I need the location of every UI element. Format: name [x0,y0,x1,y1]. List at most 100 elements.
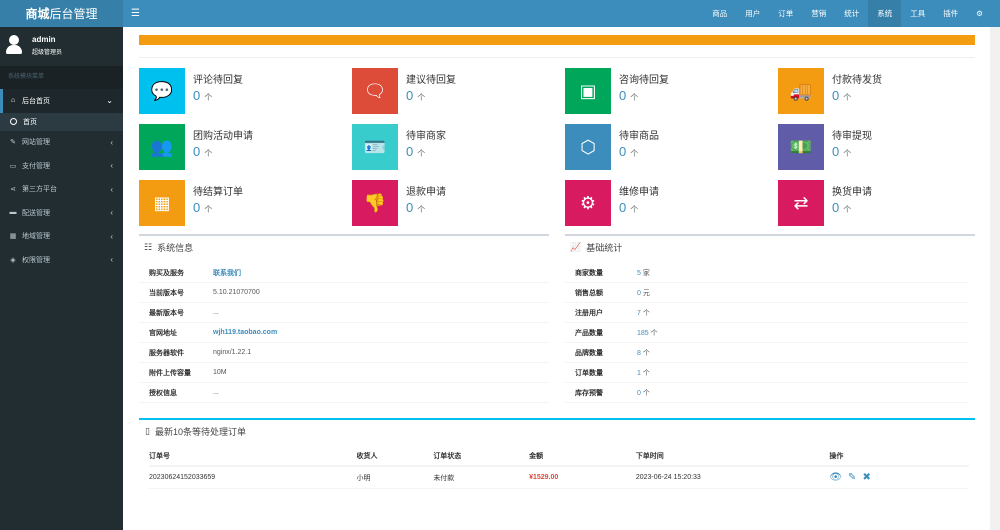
info-box-label: 维修申请 [619,187,659,198]
nav-link-2[interactable]: 订单 [769,0,802,27]
stats-unit: 个 [642,369,650,377]
file-icon: ▯ [145,426,150,436]
nav-link-6[interactable]: 工具 [901,0,934,27]
sidebar-item-label: 网站管理 [22,139,50,147]
info-box-count: 0个 [406,144,426,159]
stats-unit: 个 [642,349,650,357]
sidebar-item-permission[interactable]: ◈ 权限管理 ‹ [0,248,123,272]
nav-link-0[interactable]: 商品 [703,0,736,27]
sidebar-item-website[interactable]: ✎ 网站管理 ‹ [0,131,123,155]
eye-icon[interactable]: 👁 [829,472,842,483]
nav-link-5[interactable]: 系统 [868,0,902,27]
info-box[interactable]: ⚙ 维修申请 0 个 [565,180,761,226]
divider [139,418,975,420]
info-box[interactable]: 👎 退款申请 0 个 [352,180,548,226]
menu-toggle-icon[interactable]: ☰ [131,8,140,19]
main-content: 💬 评论待回复 0 个 🗨 建议待回复 0 个 ▣ 咨询待回复 0 个 🚚 付款待发货 0 个 👥 团购活动申请 0… [123,27,990,530]
nav-link-7[interactable]: 插件 [934,0,967,27]
sidebar-item-delivery[interactable]: ▬ 配送管理 ‹ [0,201,123,225]
sidebar-item-region[interactable]: ▦ 地域管理 ‹ [0,225,123,249]
sidebar-item-third-party[interactable]: ⋖ 第三方平台 ‹ [0,178,123,202]
table-row[interactable]: 20230624152033659 小明 未付款 ¥1529.00 2023-06-24… [149,467,969,489]
chevron-left-icon: ‹ [110,184,113,194]
gear-icon[interactable]: ⚙ [967,0,992,27]
stats-title-text: 基础统计 [586,243,623,253]
info-box-label: 待审商家 [406,131,446,142]
sidebar-subitem-home[interactable]: 首页 [0,112,123,131]
nav-link-3[interactable]: 营销 [802,0,835,27]
stats-row: 订单数量 1 个 [565,363,968,383]
info-box[interactable]: ▣ 咨询待回复 0 个 [565,68,761,114]
info-box[interactable]: 💬 评论待回复 0 个 [139,68,335,114]
top-nav-links: 商品 用户 订单 营销 统计 系统 工具 插件 ⚙ [703,0,992,27]
divider [139,234,549,236]
sysinfo-row: 授权信息... [139,383,549,403]
retweet-icon: ⇄ [778,180,824,226]
info-box[interactable]: 🪪 待审商家 0 个 [352,124,548,170]
info-box-label: 付款待发货 [832,75,882,86]
sysinfo-value: 5.10.21070700 [213,289,260,296]
info-box-unit: 个 [417,149,426,158]
scrollbar[interactable] [990,27,1000,530]
info-box[interactable]: 🚚 付款待发货 0 个 [778,68,974,114]
stats-label: 商家数量 [575,269,603,277]
cog-icon: ⚙ [565,180,611,226]
nav-link-4[interactable]: 统计 [835,0,868,27]
home-icon: ⌂ [10,97,16,105]
chevron-down-icon: ⌄ [106,96,113,106]
column-header: 下单时间 [635,453,664,460]
info-box[interactable]: 💵 待审提现 0 个 [778,124,974,170]
info-box-unit: 个 [417,93,426,102]
menu-header: 系统模块菜单 [0,66,123,89]
sysinfo-value[interactable]: wjh119.taobao.com [213,329,277,336]
nav-link-1[interactable]: 用户 [736,0,769,27]
comment-icon: 💬 [139,68,185,114]
sidebar-item-home[interactable]: ⌂ 后台首页 ⌄ [0,89,123,113]
info-box-label: 待结算订单 [193,187,243,198]
brand-logo[interactable]: 商城 后台管理 [0,0,123,27]
stats-unit: 元 [642,289,650,297]
sidebar-item-payment[interactable]: ▭ 支付管理 ‹ [0,154,123,178]
info-box[interactable]: 🗨 建议待回复 0 个 [352,68,548,114]
info-box-label: 团购活动申请 [193,131,253,142]
sidebar-subitem-label: 首页 [23,118,37,126]
sysinfo-row: 当前版本号 5.10.21070700 [139,283,549,303]
twitch-icon: ▣ [565,68,611,114]
sysinfo-value: 10M [213,369,227,376]
sysinfo-label: 官网地址 [149,329,177,337]
sysinfo-row: 服务器软件 nginx/1.22.1 [139,343,549,363]
info-box-label: 退款申请 [406,187,446,198]
stats-label: 库存预警 [575,389,603,397]
info-box[interactable]: ▦ 待结算订单 0 个 [139,180,335,226]
order-receiver: 小明 [356,474,371,482]
info-box-unit: 个 [630,93,639,102]
sidebar-item-label: 地域管理 [22,233,50,241]
info-box-unit: 个 [204,149,213,158]
cube-icon: ⬡ [565,124,611,170]
info-box-unit: 个 [630,205,639,214]
stats-value: 0 元 [637,289,650,297]
info-box[interactable]: ⬡ 待审商品 0 个 [565,124,761,170]
info-box[interactable]: 👥 团购活动申请 0 个 [139,124,335,170]
stats-value: 5 家 [637,269,650,277]
sysinfo-value[interactable]: 联系我们 [213,268,241,278]
info-box-label: 评论待回复 [193,75,243,86]
sysinfo-title-text: 系统信息 [157,243,194,253]
stats-row: 品牌数量 8 个 [565,343,968,363]
info-box-label: 建议待回复 [406,75,456,86]
user-panel: admin 超级管理员 [0,27,123,63]
stats-label: 产品数量 [575,329,603,337]
stats-value: 185 个 [637,329,658,337]
chevron-left-icon: ‹ [110,208,113,218]
info-box[interactable]: ⇄ 换货申请 0 个 [778,180,974,226]
sidebar-item-label: 第三方平台 [22,186,57,194]
calculator-icon: ▦ [139,180,185,226]
close-icon[interactable]: ✖ [862,472,870,483]
column-header: 订单状态 [433,453,462,460]
edit-icon[interactable]: ✎ [848,472,856,483]
orders-header-row: 订单号 收货人 订单状态 金额 下单时间 操作 [149,447,969,467]
info-box-unit: 个 [843,205,852,214]
info-box-count: 0个 [832,88,852,103]
stats-value: 1 个 [637,369,650,377]
sysinfo-value: ... [213,309,219,316]
